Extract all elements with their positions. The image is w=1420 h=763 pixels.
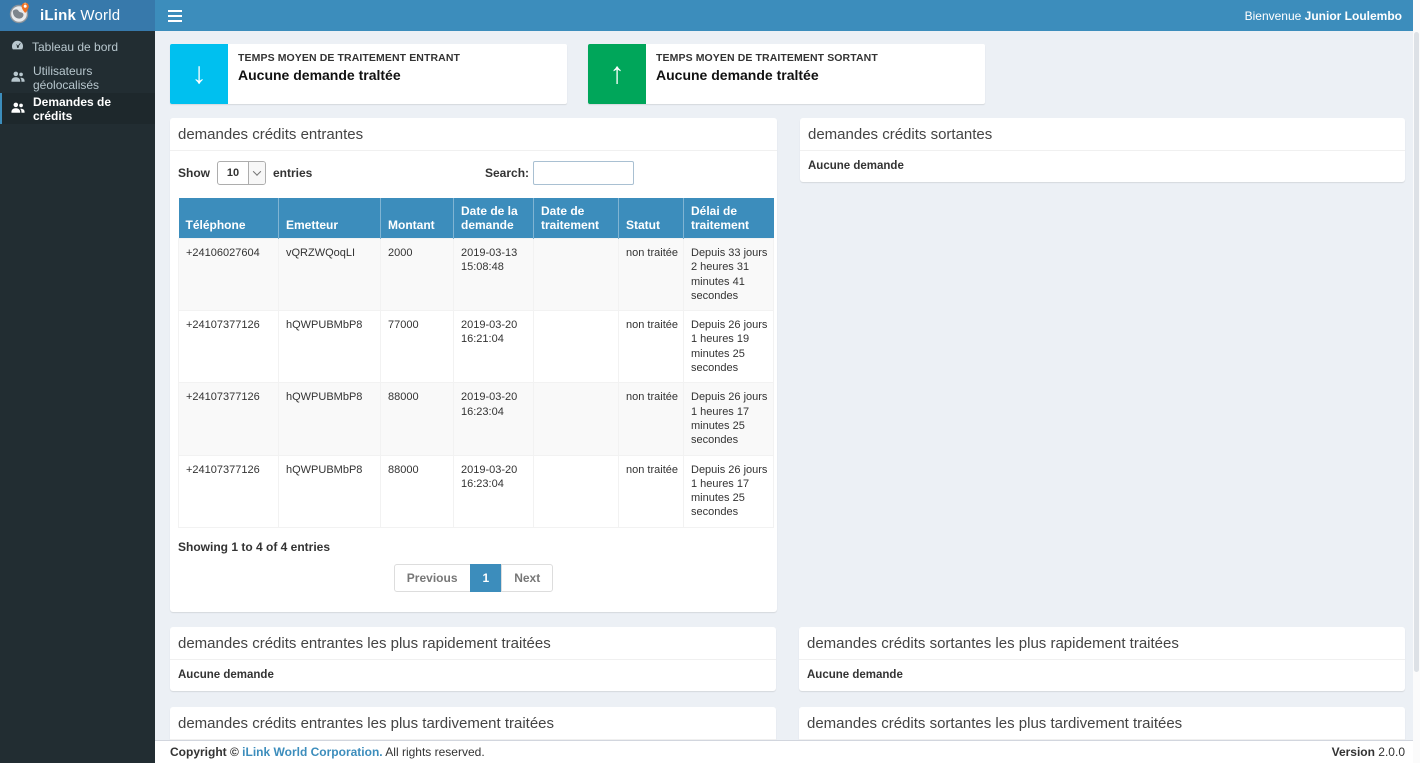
panel-entrantes-tardivement: demandes crédits entrantes les plus tard… <box>170 707 776 740</box>
col-header-statut[interactable]: Statut <box>619 198 684 239</box>
sidebar: Tableau de bord Utilisateurs géolocalisé… <box>0 31 155 763</box>
corporation-link[interactable]: iLink World Corporation. <box>242 745 382 759</box>
users-icon <box>11 70 25 86</box>
sidebar-item-label: Tableau de bord <box>32 40 118 54</box>
sidebar-item-utilisateurs-geolocalises[interactable]: Utilisateurs géolocalisés <box>0 62 155 93</box>
empty-message: Aucune demande <box>170 660 776 691</box>
empty-message: Aucune demande <box>800 151 1405 182</box>
info-box-title: TEMPS MOYEN DE TRAITEMENT SORTANT <box>656 52 878 64</box>
page-1-button[interactable]: 1 <box>470 564 503 592</box>
sidebar-item-label: Demandes de crédits <box>33 95 144 123</box>
search-input[interactable] <box>533 161 634 185</box>
panel-demandes-sortantes: demandes crédits sortantes Aucune demand… <box>800 118 1405 182</box>
version-text: Version 2.0.0 <box>1332 745 1405 759</box>
col-header-emetteur[interactable]: Emetteur <box>279 198 381 239</box>
col-header-date-demande[interactable]: Date de la demande <box>454 198 534 239</box>
sidebar-item-tableau-de-bord[interactable]: Tableau de bord <box>0 31 155 62</box>
panel-title: demandes crédits entrantes les plus rapi… <box>170 627 776 660</box>
panel-title: demandes crédits sortantes les plus rapi… <box>799 627 1405 660</box>
panel-sortantes-rapidement: demandes crédits sortantes les plus rapi… <box>799 627 1405 691</box>
sidebar-item-demandes-de-credits[interactable]: Demandes de crédits <box>0 93 155 124</box>
info-box-temps-entrant: ↓ TEMPS MOYEN DE TRAITEMENT ENTRANT Aucu… <box>170 44 567 104</box>
empty-message: Aucune demande <box>799 660 1405 691</box>
tachometer-icon <box>11 39 24 55</box>
search-label: Search: <box>485 166 529 180</box>
panel-title: demandes crédits sortantes <box>800 118 1405 151</box>
arrow-up-icon: ↑ <box>588 44 646 104</box>
panel-entrantes-rapidement: demandes crédits entrantes les plus rapi… <box>170 627 776 691</box>
table-row: +24107377126 hQWPUBMbP8 88000 2019-03-20… <box>179 455 774 527</box>
main-footer: Copyright © iLink World Corporation. All… <box>155 740 1420 763</box>
table-row: +24107377126 hQWPUBMbP8 77000 2019-03-20… <box>179 311 774 383</box>
arrow-down-icon: ↓ <box>170 44 228 104</box>
page-length-select[interactable]: 10 <box>217 161 266 185</box>
incoming-requests-table: Téléphone Emetteur Montant Date de la de… <box>178 198 774 528</box>
sidebar-toggle-hamburger-icon[interactable] <box>155 0 195 31</box>
content-area: ↓ TEMPS MOYEN DE TRAITEMENT ENTRANT Aucu… <box>155 31 1420 740</box>
panel-title: demandes crédits sortantes les plus tard… <box>799 707 1405 740</box>
sidebar-item-label: Utilisateurs géolocalisés <box>33 64 144 92</box>
globe-pin-logo-icon <box>8 1 32 30</box>
show-label: Show <box>178 166 210 180</box>
info-box-value: Aucune demande traltée <box>238 67 460 83</box>
app-logo[interactable]: iLink World <box>0 0 155 31</box>
info-box-title: TEMPS MOYEN DE TRAITEMENT ENTRANT <box>238 52 460 64</box>
col-header-date-traitement[interactable]: Date de traitement <box>534 198 619 239</box>
info-box-temps-sortant: ↑ TEMPS MOYEN DE TRAITEMENT SORTANT Aucu… <box>588 44 985 104</box>
info-box-value: Aucune demande traltée <box>656 67 878 83</box>
scrollbar-thumb[interactable] <box>1414 32 1419 672</box>
vertical-scrollbar[interactable] <box>1413 0 1420 763</box>
table-header-row: Téléphone Emetteur Montant Date de la de… <box>179 198 774 239</box>
pagination: Previous 1 Next <box>176 564 771 592</box>
top-navbar: Bienvenue Junior Loulembo <box>155 0 1420 31</box>
panel-sortantes-tardivement: demandes crédits sortantes les plus tard… <box>799 707 1405 740</box>
col-header-telephone[interactable]: Téléphone <box>179 198 279 239</box>
brand-text: iLink World <box>40 7 120 24</box>
col-header-delai[interactable]: Délai de traitement <box>684 198 774 239</box>
main-header: iLink World Bienvenue Junior Loulembo <box>0 0 1420 31</box>
chevron-down-icon <box>248 162 265 184</box>
welcome-message: Bienvenue Junior Loulembo <box>1245 9 1402 23</box>
users-icon <box>11 101 25 117</box>
copyright-text: Copyright © iLink World Corporation. All… <box>170 745 485 759</box>
table-info-text: Showing 1 to 4 of 4 entries <box>178 540 769 554</box>
col-header-montant[interactable]: Montant <box>381 198 454 239</box>
table-row: +24106027604 vQRZWQoqLI 2000 2019-03-13 … <box>179 239 774 311</box>
panel-title: demandes crédits entrantes <box>170 118 777 151</box>
panel-title: demandes crédits entrantes les plus tard… <box>170 707 776 740</box>
previous-page-button[interactable]: Previous <box>394 564 471 592</box>
panel-demandes-entrantes: demandes crédits entrantes Show 10 entri… <box>170 118 777 612</box>
next-page-button[interactable]: Next <box>501 564 553 592</box>
entries-label: entries <box>273 166 312 180</box>
table-row: +24107377126 hQWPUBMbP8 88000 2019-03-20… <box>179 383 774 455</box>
